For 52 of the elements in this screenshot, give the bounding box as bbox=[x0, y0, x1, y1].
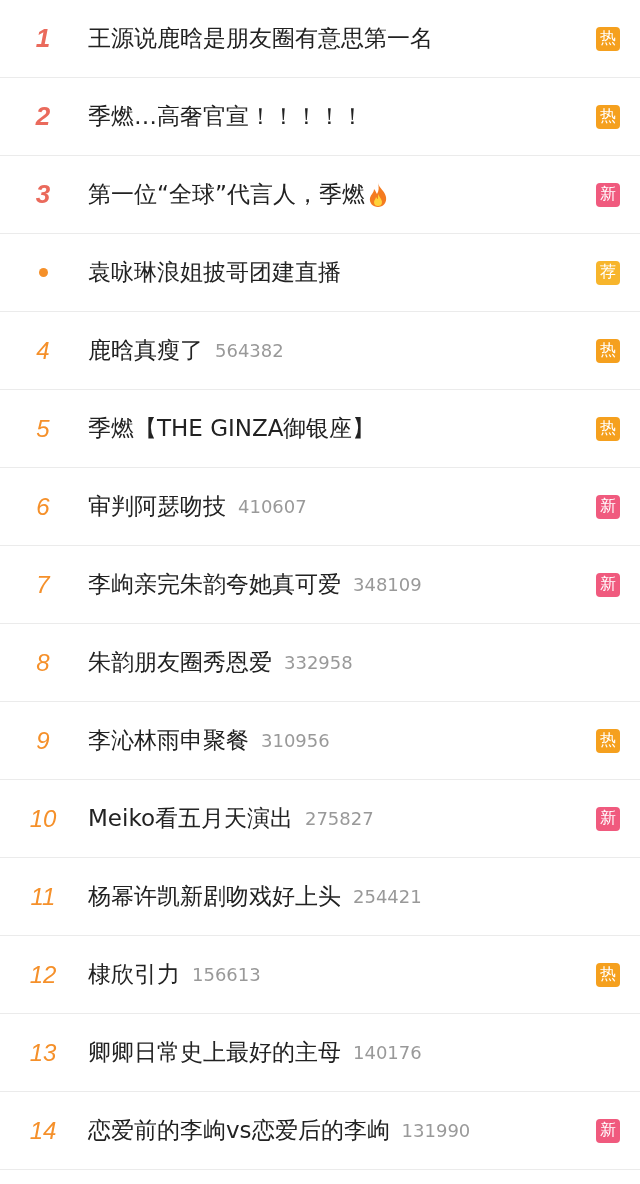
hot-tag: 新 bbox=[596, 1118, 620, 1143]
hot-tag: 热 bbox=[596, 338, 620, 363]
hot-tag: 荐 bbox=[596, 260, 620, 285]
rank-number: 3 bbox=[35, 179, 51, 210]
hot-tag: 新 bbox=[596, 572, 620, 597]
heat-count: 564382 bbox=[215, 340, 284, 361]
topic-title[interactable]: 第一位“全球”代言人，季燃 bbox=[88, 179, 365, 210]
topic-title[interactable]: 棣欣引力 bbox=[88, 959, 180, 990]
heat-count: 332958 bbox=[284, 652, 353, 673]
rank-number: 13 bbox=[29, 1038, 57, 1067]
heat-count: 140176 bbox=[353, 1042, 422, 1063]
topic-title[interactable]: 审判阿瑟吻技 bbox=[88, 491, 226, 522]
heat-count: 254421 bbox=[353, 886, 422, 907]
heat-count: 310956 bbox=[261, 730, 330, 751]
rank-number: 14 bbox=[29, 1116, 57, 1145]
hot-tag: 新 bbox=[596, 182, 620, 207]
topic-title[interactable]: 朱韵朋友圈秀恩爱 bbox=[88, 647, 272, 678]
topic-title[interactable]: 季燃…高奢官宣！！！！！ bbox=[88, 101, 364, 132]
rank-number: 9 bbox=[36, 726, 50, 755]
rank-number: 6 bbox=[36, 492, 50, 521]
hot-tag: 热 bbox=[596, 104, 620, 129]
rank-number: 8 bbox=[36, 648, 50, 677]
bullet-dot bbox=[38, 268, 48, 277]
topic-title[interactable]: 李岣亲完朱韵夸她真可爱 bbox=[88, 569, 341, 600]
hot-tag: 新 bbox=[596, 806, 620, 831]
rank-number: 5 bbox=[36, 414, 50, 443]
rank-number: 1 bbox=[35, 23, 51, 54]
topic-title[interactable]: 鹿晗真瘦了 bbox=[88, 335, 203, 366]
hot-tag: 新 bbox=[596, 494, 620, 519]
topic-title[interactable]: 李沁林雨申聚餐 bbox=[88, 725, 249, 756]
hot-tag: 热 bbox=[596, 962, 620, 987]
rank-number: 2 bbox=[35, 101, 51, 132]
hot-tag: 热 bbox=[596, 26, 620, 51]
topic-title[interactable]: 卿卿日常史上最好的主母 bbox=[88, 1037, 341, 1068]
heat-count: 275827 bbox=[304, 808, 374, 829]
heat-count: 131990 bbox=[401, 1120, 471, 1141]
topic-title[interactable]: 王源说鹿晗是朋友圈有意思第一名 bbox=[88, 23, 433, 54]
rank-number: 11 bbox=[30, 882, 56, 911]
topic-title[interactable]: 恋爱前的李岣vs恋爱后的李岣 bbox=[88, 1115, 390, 1146]
hot-tag: 热 bbox=[596, 416, 620, 441]
topic-title[interactable]: 杨幂许凯新剧吻戏好上头 bbox=[88, 881, 341, 912]
rank-number: 4 bbox=[36, 336, 50, 365]
topic-title[interactable]: 季燃【THE GINZA御银座】 bbox=[88, 413, 376, 444]
hot-tag: 热 bbox=[596, 728, 620, 753]
rank-number: 7 bbox=[36, 570, 50, 599]
heat-count: 410607 bbox=[238, 496, 307, 517]
rank-number: 12 bbox=[29, 960, 57, 989]
heat-count: 348109 bbox=[353, 574, 422, 595]
topic-title[interactable]: 袁咏琳浪姐披哥团建直播 bbox=[88, 257, 341, 288]
topic-title[interactable]: Meiko看五月天演出 bbox=[88, 803, 293, 834]
rank-number: 10 bbox=[29, 804, 57, 833]
heat-count: 156613 bbox=[192, 964, 261, 985]
